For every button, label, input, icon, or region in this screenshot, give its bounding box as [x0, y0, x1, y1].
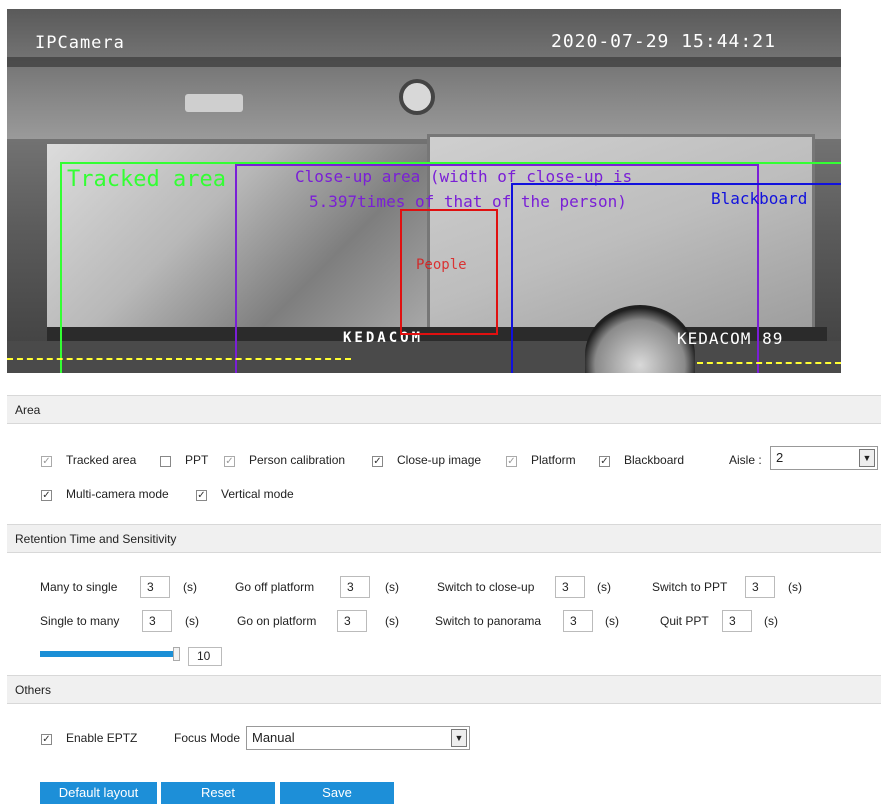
- focus-mode-select[interactable]: Manual ▼: [246, 726, 470, 750]
- go-on-platform-unit: (s): [385, 614, 399, 628]
- vertical-mode-checkbox[interactable]: ✓: [196, 490, 207, 501]
- switch-to-closeup-label: Switch to close-up: [437, 580, 535, 594]
- ppt-checkbox-label: PPT: [185, 453, 209, 467]
- switch-to-panorama-unit: (s): [605, 614, 619, 628]
- blackboard-box[interactable]: [511, 183, 841, 373]
- retention-section-header: Retention Time and Sensitivity: [7, 524, 881, 553]
- vertical-mode-checkbox-label: Vertical mode: [221, 487, 294, 501]
- go-on-platform-input[interactable]: 3: [337, 610, 367, 632]
- switch-to-panorama-label: Switch to panorama: [435, 614, 542, 628]
- aisle-label: Aisle :: [729, 453, 762, 467]
- single-to-many-unit: (s): [185, 614, 199, 628]
- enable-eptz-checkbox[interactable]: ✓: [41, 734, 52, 745]
- person-calibration-checkbox-label: Person calibration: [249, 453, 346, 467]
- default-layout-button[interactable]: Default layout: [40, 782, 157, 804]
- quit-ppt-unit: (s): [764, 614, 778, 628]
- camera-preview[interactable]: IPCamera 2020-07-29 15:44:21 KEDACOM KED…: [7, 9, 841, 373]
- tracked-area-checkbox-label: Tracked area: [66, 453, 137, 467]
- multi-camera-mode-checkbox-label: Multi-camera mode: [66, 487, 169, 501]
- blackboard-checkbox[interactable]: ✓: [599, 456, 610, 467]
- sensitivity-slider-track[interactable]: [40, 651, 174, 657]
- area-section-header: Area: [7, 395, 881, 424]
- many-to-single-input[interactable]: 3: [140, 576, 170, 598]
- focus-mode-label: Focus Mode: [174, 731, 241, 745]
- quit-ppt-label: Quit PPT: [660, 614, 709, 628]
- ppt-checkbox[interactable]: [160, 456, 171, 467]
- go-off-platform-input[interactable]: 3: [340, 576, 370, 598]
- platform-line-left[interactable]: [7, 358, 351, 360]
- platform-line-right[interactable]: [697, 362, 841, 364]
- tracked-area-label: Tracked area: [67, 167, 226, 192]
- many-to-single-unit: (s): [183, 580, 197, 594]
- single-to-many-label: Single to many: [40, 614, 120, 628]
- sensitivity-slider-handle[interactable]: [173, 647, 180, 661]
- aisle-select[interactable]: 2 ▼: [770, 446, 878, 470]
- blackboard-checkbox-label: Blackboard: [624, 453, 685, 467]
- others-section-header: Others: [7, 675, 881, 704]
- closeup-image-checkbox-label: Close-up image: [397, 453, 482, 467]
- projector: [185, 94, 243, 112]
- person-calibration-checkbox: ✓: [224, 456, 235, 467]
- people-label: People: [416, 257, 467, 273]
- sensitivity-value[interactable]: 10: [188, 647, 222, 666]
- chevron-down-icon[interactable]: ▼: [451, 729, 467, 747]
- go-off-platform-unit: (s): [385, 580, 399, 594]
- chevron-down-icon[interactable]: ▼: [859, 449, 875, 467]
- ceiling-beam: [7, 57, 841, 67]
- switch-to-ppt-input[interactable]: 3: [745, 576, 775, 598]
- aisle-select-value: 2: [776, 450, 784, 465]
- enable-eptz-label: Enable EPTZ: [66, 731, 138, 745]
- quit-ppt-input[interactable]: 3: [722, 610, 752, 632]
- single-to-many-input[interactable]: 3: [142, 610, 172, 632]
- platform-checkbox: ✓: [506, 456, 517, 467]
- camera-name-osd: IPCamera: [35, 33, 125, 53]
- reset-button[interactable]: Reset: [161, 782, 275, 804]
- switch-to-panorama-input[interactable]: 3: [563, 610, 593, 632]
- tracked-area-checkbox: ✓: [41, 456, 52, 467]
- datetime-osd: 2020-07-29 15:44:21: [551, 31, 776, 52]
- switch-to-ppt-label: Switch to PPT: [652, 580, 728, 594]
- switch-to-ppt-unit: (s): [788, 580, 802, 594]
- closeup-image-checkbox[interactable]: ✓: [372, 456, 383, 467]
- multi-camera-mode-checkbox[interactable]: ✓: [41, 490, 52, 501]
- ceiling: [7, 9, 841, 139]
- many-to-single-label: Many to single: [40, 580, 118, 594]
- blackboard-label: Blackboard: [711, 189, 808, 208]
- go-on-platform-label: Go on platform: [237, 614, 317, 628]
- ceiling-speaker: [399, 79, 435, 115]
- platform-checkbox-label: Platform: [531, 453, 576, 467]
- switch-to-closeup-input[interactable]: 3: [555, 576, 585, 598]
- focus-mode-select-value: Manual: [252, 730, 295, 745]
- go-off-platform-label: Go off platform: [235, 580, 315, 594]
- save-button[interactable]: Save: [280, 782, 394, 804]
- switch-to-closeup-unit: (s): [597, 580, 611, 594]
